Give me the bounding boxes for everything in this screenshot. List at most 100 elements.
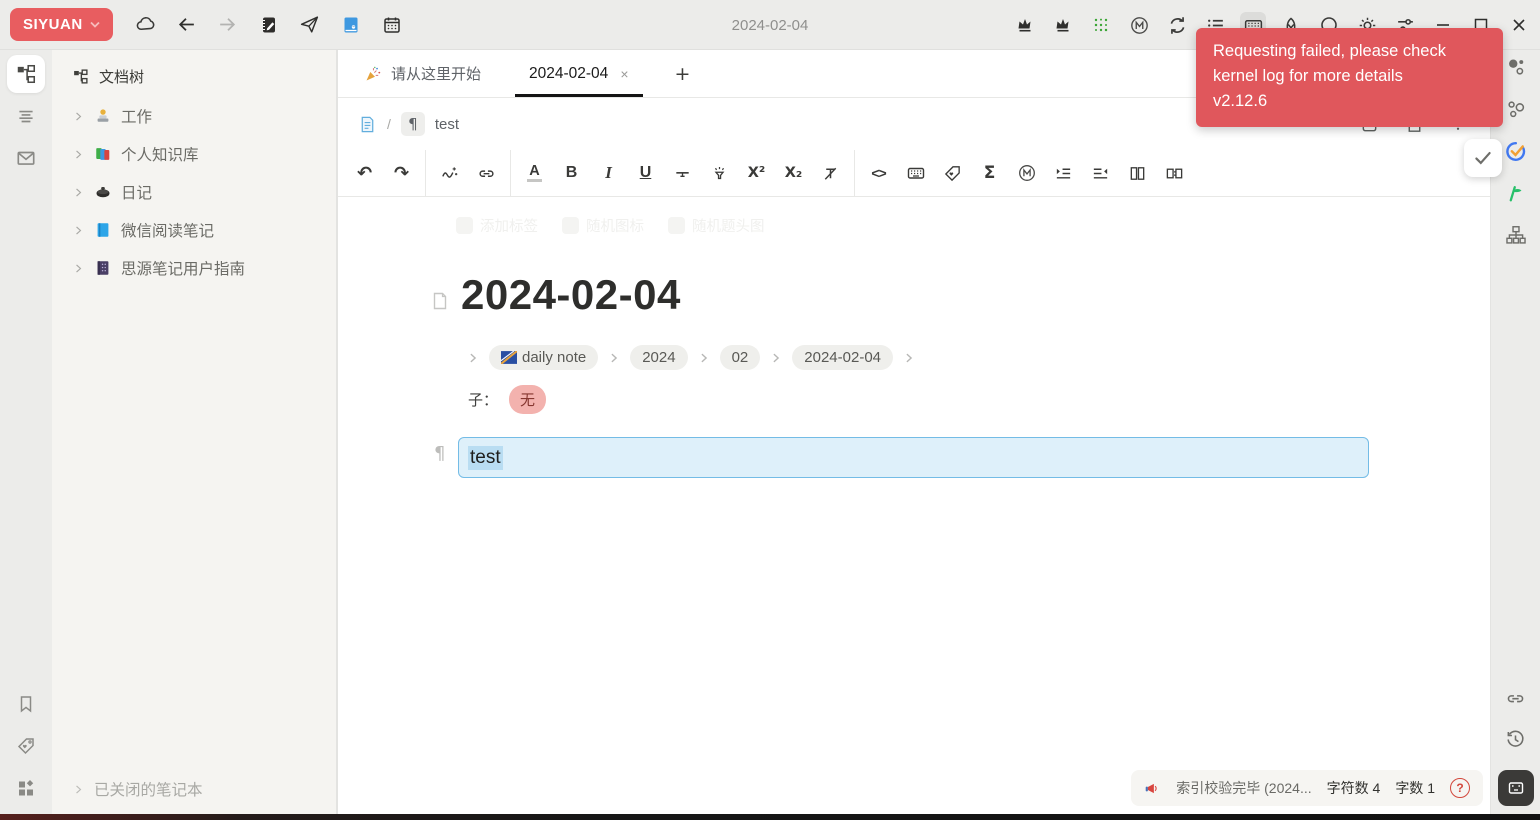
undo-button[interactable]: ↶ bbox=[346, 150, 383, 196]
indent-button[interactable] bbox=[1045, 150, 1082, 196]
child-docs-row: 子： 无 bbox=[468, 385, 547, 414]
status-bar: 索引校验完毕 (2024... 字符数 4 字数 1 ? bbox=[1131, 770, 1483, 806]
m-circle-icon[interactable] bbox=[1126, 12, 1152, 38]
chevron-right-icon[interactable] bbox=[72, 186, 85, 199]
path-chip-daily-note[interactable]: daily note bbox=[489, 345, 599, 370]
child-value-badge[interactable]: 无 bbox=[509, 385, 547, 414]
toast-line: v2.12.6 bbox=[1213, 92, 1268, 110]
books-icon bbox=[94, 145, 112, 163]
sidebar-item-wechat-reading-notes[interactable]: 微信阅读笔记 bbox=[52, 211, 336, 249]
forward-arrow-icon[interactable] bbox=[215, 12, 241, 38]
random-icon-button[interactable]: 随机图标 bbox=[562, 215, 644, 236]
selected-paragraph-block[interactable]: test bbox=[458, 437, 1369, 478]
left-dock-bottom bbox=[16, 694, 36, 814]
breadcrumb-label[interactable]: test bbox=[435, 116, 459, 133]
sync-icon[interactable] bbox=[1164, 12, 1190, 38]
paper-plane-icon[interactable] bbox=[297, 12, 323, 38]
tab-close-icon[interactable]: × bbox=[620, 66, 628, 82]
inline-code-button[interactable]: <> bbox=[860, 150, 897, 196]
paragraph-block-icon[interactable]: ¶ bbox=[400, 112, 425, 136]
outdent-button[interactable] bbox=[1082, 150, 1119, 196]
superscript-button[interactable]: X² bbox=[738, 150, 775, 196]
word-count: 字数 1 bbox=[1395, 780, 1435, 796]
outline-icon[interactable] bbox=[7, 97, 45, 135]
green-plugin-icon[interactable] bbox=[1505, 183, 1526, 204]
doc-gutter-icon[interactable] bbox=[430, 291, 450, 311]
tab-getting-started[interactable]: 请从这里开始 bbox=[346, 50, 499, 97]
graph-dots-icon[interactable] bbox=[1505, 56, 1527, 78]
paragraph-text[interactable]: test bbox=[468, 445, 503, 470]
window-bottom-edge bbox=[0, 814, 1540, 820]
chevron-right-icon[interactable] bbox=[72, 262, 85, 275]
close-icon[interactable] bbox=[1506, 12, 1532, 38]
blocks-icon[interactable] bbox=[16, 778, 36, 798]
subscript-button[interactable]: X₂ bbox=[775, 150, 812, 196]
bookmark-icon[interactable] bbox=[16, 694, 36, 714]
title-hover-actions: 添加标签 随机图标 随机题头图 bbox=[456, 215, 765, 236]
path-chip-date[interactable]: 2024-02-04 bbox=[792, 345, 894, 370]
ai-wand-icon[interactable] bbox=[431, 150, 468, 196]
error-toast[interactable]: Requesting failed, please check kernel l… bbox=[1196, 28, 1503, 127]
inbox-icon[interactable] bbox=[7, 139, 45, 177]
columns-button[interactable] bbox=[1119, 150, 1156, 196]
closed-notebooks-toggle[interactable]: 已关闭的笔记本 bbox=[72, 778, 203, 800]
confirm-check-button[interactable] bbox=[1464, 139, 1502, 177]
graph-circles-icon[interactable] bbox=[1505, 98, 1527, 120]
sidebar-item-label: 微信阅读笔记 bbox=[121, 223, 215, 240]
new-tab-button[interactable]: + bbox=[669, 60, 697, 88]
paragraph-gutter-icon[interactable]: ¶ bbox=[434, 443, 445, 464]
help-icon[interactable]: ? bbox=[1450, 778, 1470, 798]
editor-content[interactable]: 添加标签 随机图标 随机题头图 2024-02-04 daily note 20… bbox=[338, 197, 1490, 814]
memo-button[interactable] bbox=[1008, 150, 1045, 196]
chevron-right-icon[interactable] bbox=[466, 351, 480, 365]
sidebar-item-siyuan-user-guide[interactable]: 思源笔记用户指南 bbox=[52, 249, 336, 287]
inline-frame-button[interactable] bbox=[1497, 770, 1534, 806]
bold-button[interactable]: B bbox=[553, 150, 590, 196]
chevron-right-icon[interactable] bbox=[72, 110, 85, 123]
highlight-mark-button[interactable] bbox=[701, 150, 738, 196]
block-transfer-button[interactable] bbox=[1156, 150, 1193, 196]
back-arrow-icon[interactable] bbox=[174, 12, 200, 38]
underline-button[interactable]: U bbox=[627, 150, 664, 196]
sidebar-item-label: 个人知识库 bbox=[121, 147, 199, 164]
breadcrumb-separator: / bbox=[387, 116, 391, 132]
status-message[interactable]: 索引校验完毕 (2024... bbox=[1176, 778, 1311, 798]
workspace-button[interactable]: SIYUAN bbox=[10, 8, 113, 41]
link-icon[interactable] bbox=[468, 150, 505, 196]
math-button[interactable]: Σ bbox=[971, 150, 1008, 196]
notebook-pencil-icon[interactable] bbox=[256, 12, 282, 38]
path-chip-year[interactable]: 2024 bbox=[630, 345, 688, 370]
redo-button[interactable]: ↷ bbox=[383, 150, 420, 196]
cloud-icon[interactable] bbox=[133, 12, 159, 38]
kbd-button[interactable] bbox=[897, 150, 934, 196]
file-tree-icon[interactable] bbox=[7, 55, 45, 93]
sidebar-item-knowledge-base[interactable]: 个人知识库 bbox=[52, 135, 336, 173]
italic-button[interactable]: I bbox=[590, 150, 627, 196]
inline-tag-button[interactable] bbox=[934, 150, 971, 196]
document-title[interactable]: 2024-02-04 bbox=[461, 271, 681, 319]
curling-stone-icon bbox=[94, 183, 112, 201]
font-color-button[interactable]: A bbox=[516, 150, 553, 196]
chevron-right-icon[interactable] bbox=[72, 148, 85, 161]
tag-icon[interactable] bbox=[16, 736, 36, 756]
blue-book-icon[interactable] bbox=[338, 12, 364, 38]
clear-format-button[interactable] bbox=[812, 150, 849, 196]
crown-icon[interactable] bbox=[1012, 12, 1038, 38]
path-chip-month[interactable]: 02 bbox=[719, 345, 761, 370]
add-tag-button[interactable]: 添加标签 bbox=[456, 215, 538, 236]
document-icon[interactable] bbox=[358, 115, 377, 134]
tab-daily-note[interactable]: 2024-02-04 × bbox=[513, 50, 644, 97]
green-dots-grid-icon[interactable] bbox=[1088, 12, 1114, 38]
calendar-icon[interactable] bbox=[379, 12, 405, 38]
backlinks-icon[interactable] bbox=[1505, 688, 1526, 709]
sidebar-item-diary[interactable]: 日记 bbox=[52, 173, 336, 211]
random-banner-button[interactable]: 随机题头图 bbox=[668, 215, 765, 236]
history-icon[interactable] bbox=[1505, 729, 1526, 750]
sidebar-item-work[interactable]: 工作 bbox=[52, 97, 336, 135]
crown-icon-2[interactable] bbox=[1050, 12, 1076, 38]
chevron-right-icon[interactable] bbox=[72, 224, 85, 237]
toast-line: Requesting failed, please check bbox=[1213, 42, 1446, 60]
strikethrough-button[interactable] bbox=[664, 150, 701, 196]
org-tree-icon[interactable] bbox=[1505, 224, 1527, 246]
check-plugin-icon[interactable] bbox=[1504, 140, 1527, 163]
